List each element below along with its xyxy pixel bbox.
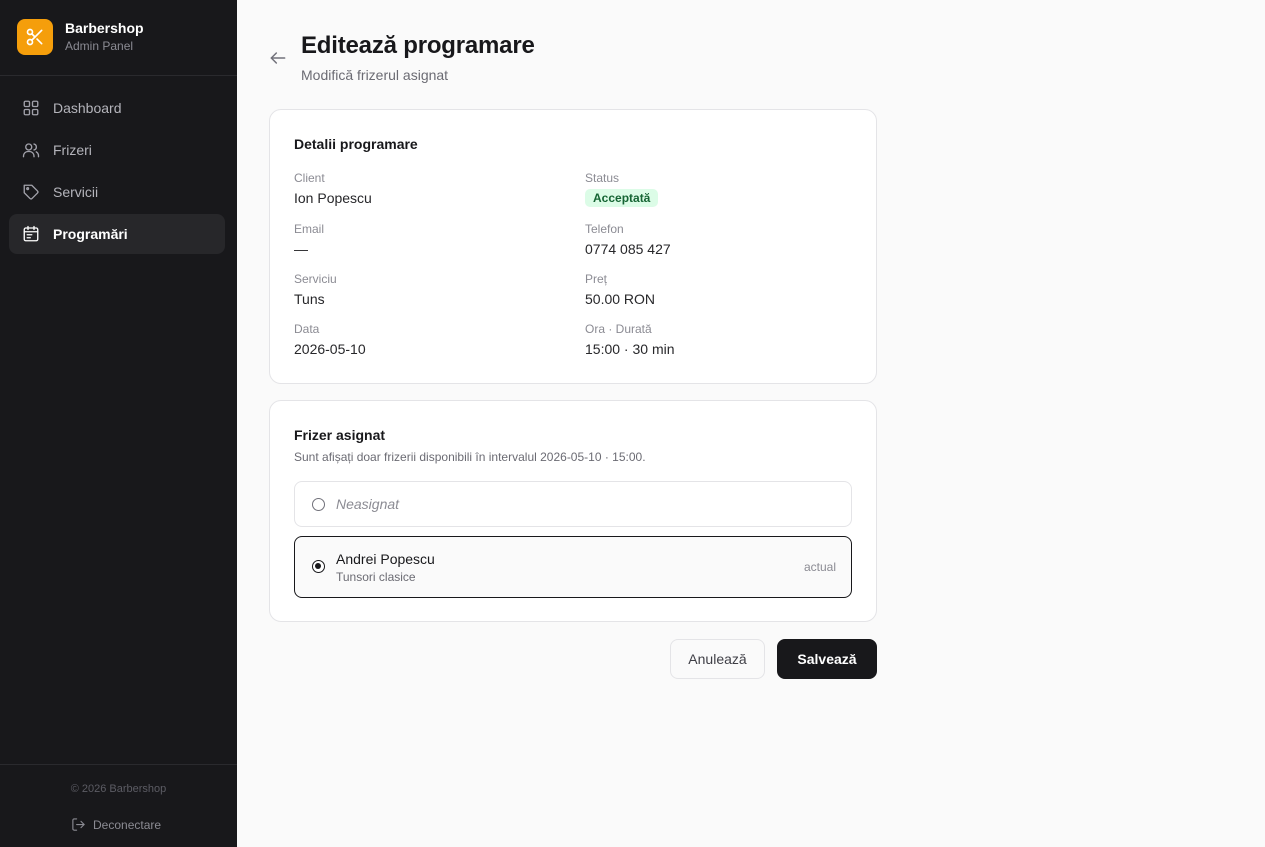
barber-description: Sunt afișați doar frizerii disponibili î… [294, 450, 646, 464]
save-button[interactable]: Salvează [777, 639, 877, 679]
appointment-details-card: Detalii programare Client Ion Popescu St… [269, 109, 877, 384]
details-title: Detalii programare [294, 136, 418, 152]
service-value: Tuns [294, 291, 325, 307]
email-value: — [294, 241, 308, 257]
back-button[interactable] [266, 46, 290, 70]
price-value: 50.00 RON [585, 291, 656, 307]
brand: Barbershop Admin Panel [0, 0, 237, 76]
sidebar-footer: © 2026 Barbershop Deconectare [0, 764, 237, 847]
grid-icon [22, 99, 40, 117]
date-label: Data [294, 322, 320, 336]
client-label: Client [294, 171, 325, 185]
users-icon [22, 141, 40, 159]
radio-button[interactable] [312, 560, 325, 573]
service-label: Serviciu [294, 272, 337, 286]
radio-button[interactable] [312, 498, 325, 511]
phone-label: Telefon [585, 222, 624, 236]
time-label: Ora · Durată [585, 322, 652, 336]
email-label: Email [294, 222, 325, 236]
logout-icon [71, 817, 86, 832]
service-field: Serviciu Tuns [294, 272, 337, 307]
sidebar-item-label: Frizeri [53, 142, 92, 158]
date-value: 2026-05-10 [294, 341, 366, 357]
time-value: 15:00 · 30 min [585, 341, 675, 357]
time-field: Ora · Durată 15:00 · 30 min [585, 322, 675, 357]
sidebar-item-label: Servicii [53, 184, 99, 200]
date-field: Data 2026-05-10 [294, 322, 366, 357]
phone-field: Telefon 0774 085 427 [585, 222, 671, 257]
sidebar: Barbershop Admin Panel Dashboard Frizeri [0, 0, 237, 847]
tag-icon [22, 183, 40, 201]
brand-name: Barbershop [65, 20, 144, 36]
arrow-left-icon [268, 48, 288, 68]
page-subtitle: Modifică frizerul asignat [301, 67, 449, 83]
copyright: © 2026 Barbershop [70, 783, 167, 795]
calendar-icon [22, 225, 40, 243]
sidebar-item-label: Dashboard [53, 100, 122, 116]
current-tag: actual [803, 560, 836, 574]
status-field: Status Acceptată [585, 171, 659, 207]
status-badge: Acceptată [585, 189, 659, 207]
option-sublabel: Tunsori clasice [336, 570, 416, 584]
status-label: Status [585, 171, 620, 185]
sidebar-nav: Dashboard Frizeri Servicii Programări [9, 88, 225, 256]
logout-label: Deconectare [93, 817, 162, 832]
cancel-button[interactable]: Anulează [670, 639, 765, 679]
scissors-icon [17, 19, 53, 55]
client-value: Ion Popescu [294, 190, 372, 206]
email-field: Email — [294, 222, 324, 257]
option-label: Neasignat [336, 496, 400, 512]
sidebar-item-programari[interactable]: Programări [9, 214, 225, 254]
barber-option-andrei-popescu[interactable]: Andrei Popescu Tunsori clasice actual [294, 536, 852, 598]
price-field: Preț 50.00 RON [585, 272, 655, 307]
barber-option-unassigned[interactable]: Neasignat [294, 481, 852, 527]
sidebar-item-dashboard[interactable]: Dashboard [9, 88, 225, 128]
page-title: Editează programare [301, 32, 535, 59]
price-label: Preț [585, 272, 608, 286]
brand-subtitle: Admin Panel [65, 39, 134, 53]
sidebar-item-frizeri[interactable]: Frizeri [9, 130, 225, 170]
sidebar-item-servicii[interactable]: Servicii [9, 172, 225, 212]
assigned-barber-card: Frizer asignat Sunt afișați doar frizeri… [269, 400, 877, 622]
option-label: Andrei Popescu [336, 551, 435, 567]
sidebar-item-label: Programări [53, 226, 128, 242]
barber-title: Frizer asignat [294, 427, 386, 443]
phone-value: 0774 085 427 [585, 241, 671, 257]
logout-button[interactable]: Deconectare [71, 817, 161, 832]
client-field: Client Ion Popescu [294, 171, 372, 206]
